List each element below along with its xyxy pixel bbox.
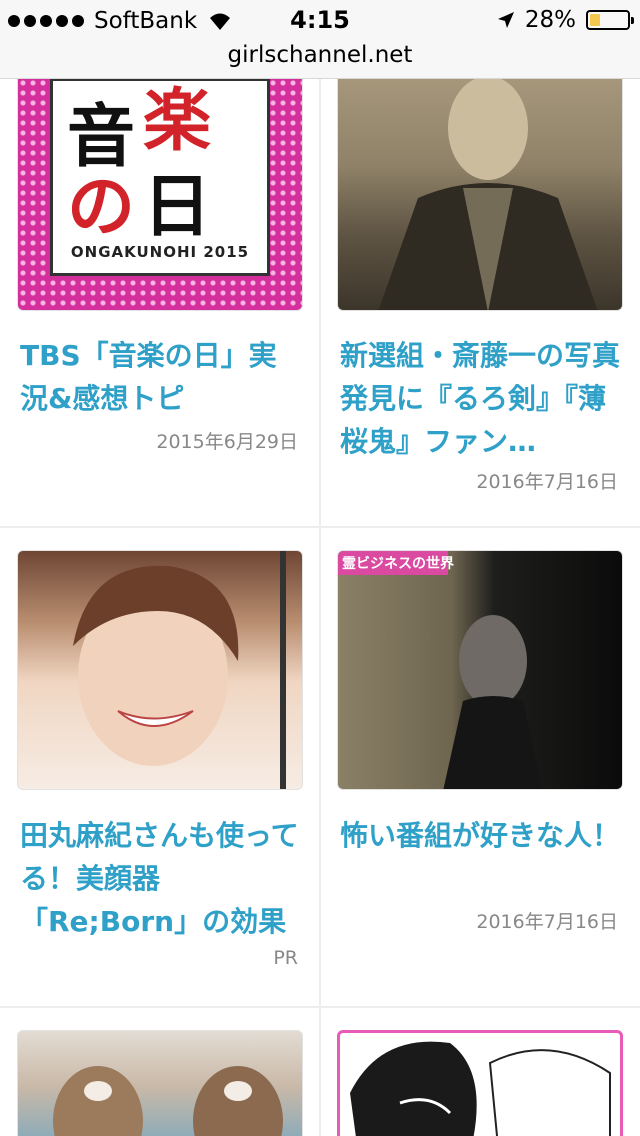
article-thumbnail[interactable]: 音 楽 の 日 ONGAKUNOHI 2015 [17,79,303,311]
article-thumbnail[interactable] [17,550,303,790]
article-date: 2015年6月29日 [156,431,298,453]
status-right: 28% [497,7,634,33]
article-card[interactable] [320,1008,640,1136]
article-pr-label: PR [273,947,298,969]
article-title[interactable]: 田丸麻紀さんも使ってる！美顔器「Re;Born」の効果っ… [20,814,304,943]
article-thumbnail[interactable] [337,79,623,311]
smiling-woman-photo [73,551,286,789]
cats-photo [53,1066,283,1136]
old-portrait-photo [378,79,598,310]
article-card[interactable]: 音 楽 の 日 ONGAKUNOHI 2015 TBS「音楽の日」実況&感想トピ… [0,79,320,526]
article-card[interactable] [0,1008,320,1136]
battery-icon [586,10,634,30]
article-thumbnail[interactable]: 霊ビジネスの世界 [337,550,623,790]
thumbnail-caption: 霊ビジネスの世界 [342,556,454,572]
article-thumbnail[interactable] [337,1030,623,1136]
article-title[interactable]: TBS「音楽の日」実況&感想トピ [20,334,304,420]
ghost-tv-screenshot [338,551,543,789]
url-domain: girlschannel.net [227,42,413,68]
address-bar[interactable]: girlschannel.net [0,40,640,79]
article-title[interactable]: 怖い番組が好きな人！ [340,814,624,857]
music-day-logo: 音 楽 の 日 ONGAKUNOHI 2015 [50,79,270,276]
article-card[interactable]: 霊ビジネスの世界 怖い番組が好きな人！ 2016年7月16日 [320,528,640,1006]
battery-level [590,14,601,26]
article-card[interactable]: 田丸麻紀さんも使ってる！美顔器「Re;Born」の効果っ… PR [0,528,320,1006]
article-thumbnail[interactable] [17,1030,303,1136]
manga-illustration [350,1041,611,1136]
status-bar: SoftBank 4:15 28% [0,0,640,40]
article-grid: 音 楽 の 日 ONGAKUNOHI 2015 TBS「音楽の日」実況&感想トピ… [0,79,640,1136]
article-title[interactable]: 新選組・斎藤一の写真発見に『るろ剣』『薄桜鬼』ファン… [340,334,624,463]
article-date: 2016年7月16日 [476,471,618,493]
article-card[interactable]: 新選組・斎藤一の写真発見に『るろ剣』『薄桜鬼』ファン… 2016年7月16日 [320,79,640,526]
article-date: 2016年7月16日 [476,911,618,933]
location-arrow-icon [497,12,514,28]
battery-percent: 28% [524,7,576,33]
